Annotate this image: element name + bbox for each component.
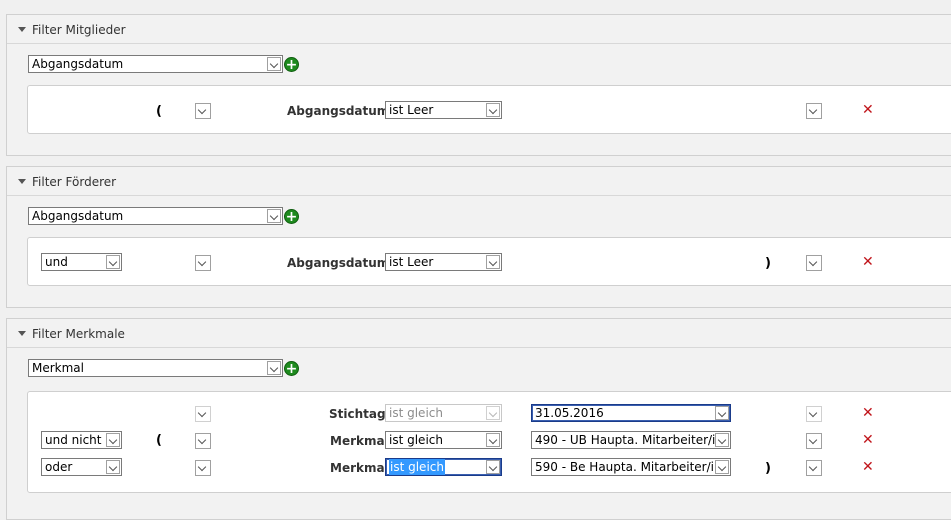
add-plus-icon[interactable]: + [284,209,299,225]
add-field-value: Abgangsdatum [32,209,124,223]
chevron-down-icon[interactable] [486,433,500,447]
field-label: Merkmal [330,434,389,448]
chevron-down-icon[interactable] [715,433,729,447]
conjunction-select[interactable]: oder [41,458,122,476]
operator-select[interactable]: ist gleich [385,458,502,476]
collapse-triangle-icon[interactable] [18,179,26,184]
chevron-down-icon[interactable] [486,255,500,269]
panel-filter-merkmale: Filter Merkmale Merkmal + Stichtag ist g… [6,318,951,520]
close-paren-dropdown[interactable] [806,460,822,476]
merkmal-value: 590 - Be Haupta. Mitarbeiter/in [535,460,722,474]
operator-select[interactable]: ist Leer [385,253,502,271]
collapse-triangle-icon[interactable] [18,27,26,32]
panel-filter-foerderer: Filter Förderer Abgangsdatum + und Abgan… [6,166,951,308]
close-paren: ) [765,461,771,476]
chevron-down-icon[interactable] [715,406,729,420]
date-value: 31.05.2016 [535,406,604,420]
conjunction-value: oder [45,460,73,474]
close-paren-dropdown[interactable] [806,433,822,449]
field-label: Abgangsdatum [287,256,390,270]
operator-value: ist gleich [389,433,443,447]
delete-row-x-icon[interactable]: ✕ [862,406,874,420]
date-value-select[interactable]: 31.05.2016 [531,404,731,422]
add-plus-icon[interactable]: + [284,57,299,73]
add-field-select[interactable]: Abgangsdatum [28,207,283,225]
operator-select[interactable]: ist gleich [385,431,502,449]
chevron-down-icon[interactable] [106,433,120,447]
operator-value: ist Leer [389,255,434,269]
merkmal-value-select[interactable]: 490 - UB Haupta. Mitarbeiter/in [531,431,731,449]
open-paren: ( [156,104,162,119]
panel-header[interactable]: Filter Förderer [7,167,951,196]
chevron-down-icon[interactable] [715,460,729,474]
collapse-triangle-icon[interactable] [18,331,26,336]
add-field-value: Abgangsdatum [32,57,124,71]
filter-rows-box: ( Abgangsdatum ist Leer ✕ [27,85,951,134]
open-paren-dropdown[interactable] [195,433,211,449]
open-paren-dropdown[interactable] [195,103,211,119]
close-paren-dropdown[interactable] [806,406,822,422]
open-paren-dropdown[interactable] [195,406,211,422]
chevron-down-icon[interactable] [106,255,120,269]
panel-header[interactable]: Filter Mitglieder [7,15,951,44]
conjunction-value: und [45,255,68,269]
chevron-down-icon[interactable] [267,209,281,223]
operator-value: ist gleich [389,406,443,420]
operator-value-highlighted: ist gleich [389,459,445,475]
conjunction-select[interactable]: und nicht [41,431,122,449]
add-field-select[interactable]: Merkmal [28,359,283,377]
add-field-select[interactable]: Abgangsdatum [28,55,283,73]
operator-select[interactable]: ist gleich [385,404,502,422]
chevron-down-icon[interactable] [486,460,500,474]
add-plus-icon[interactable]: + [284,361,299,377]
close-paren-dropdown[interactable] [806,103,822,119]
delete-row-x-icon[interactable]: ✕ [862,433,874,447]
delete-row-x-icon[interactable]: ✕ [862,103,874,117]
open-paren: ( [156,433,162,448]
field-label: Merkmal [330,461,389,475]
chevron-down-icon[interactable] [486,103,500,117]
delete-row-x-icon[interactable]: ✕ [862,460,874,474]
add-field-value: Merkmal [32,361,84,375]
close-paren-dropdown[interactable] [806,255,822,271]
merkmal-value-select[interactable]: 590 - Be Haupta. Mitarbeiter/in [531,458,731,476]
panel-title: Filter Merkmale [32,327,125,341]
conjunction-value: und nicht [45,433,102,447]
field-label: Stichtag [329,407,386,421]
chevron-down-icon[interactable] [267,57,281,71]
filter-rows-box: und Abgangsdatum ist Leer ) ✕ [27,237,951,286]
open-paren-dropdown[interactable] [195,460,211,476]
open-paren-dropdown[interactable] [195,255,211,271]
close-paren: ) [765,256,771,271]
conjunction-select[interactable]: und [41,253,122,271]
operator-select[interactable]: ist Leer [385,101,502,119]
field-label: Abgangsdatum [287,104,390,118]
operator-value: ist Leer [389,103,434,117]
merkmal-value: 490 - UB Haupta. Mitarbeiter/in [535,433,723,447]
filter-rows-box: Stichtag ist gleich 31.05.2016 ✕ und nic… [27,391,951,493]
panel-filter-mitglieder: Filter Mitglieder Abgangsdatum + ( Abgan… [6,14,951,156]
chevron-down-icon[interactable] [486,406,500,420]
panel-header[interactable]: Filter Merkmale [7,319,951,348]
panel-title: Filter Förderer [32,175,117,189]
delete-row-x-icon[interactable]: ✕ [862,255,874,269]
panel-title: Filter Mitglieder [32,23,126,37]
chevron-down-icon[interactable] [267,361,281,375]
chevron-down-icon[interactable] [106,460,120,474]
